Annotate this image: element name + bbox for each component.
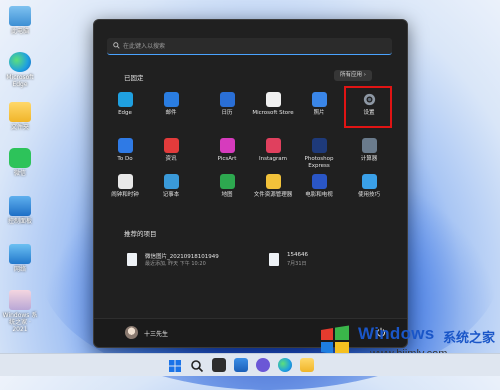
movies-icon [311, 174, 327, 189]
widgets-button[interactable] [234, 358, 248, 372]
image-file-icon [127, 253, 137, 266]
pinned-app-edge[interactable]: Edge [104, 92, 146, 117]
folder-icon [9, 102, 31, 122]
network-icon [9, 244, 31, 264]
recommended-item[interactable]: 154646 7月31日 [269, 251, 389, 271]
edge-icon [117, 92, 133, 107]
recommended-heading: 推荐的项目 [124, 230, 157, 238]
avatar[interactable] [125, 326, 138, 339]
watermark-cn: 系统之家 [443, 331, 496, 346]
document-file-icon [269, 253, 279, 266]
search-button[interactable] [190, 358, 204, 373]
pinned-app-picsart[interactable]: PicsArt [206, 138, 248, 163]
pinned-app-store[interactable]: Microsoft Store [252, 92, 294, 117]
edge-button[interactable] [278, 358, 292, 372]
news-icon [163, 138, 179, 153]
desktop-icon-this-pc[interactable]: 此电脑 [2, 6, 38, 35]
pinned-app-news[interactable]: 资讯 [150, 138, 192, 163]
pinned-app-mail[interactable]: 邮件 [150, 92, 192, 117]
edge-icon [9, 52, 31, 72]
pinned-app-movies[interactable]: 电影和电视 [298, 174, 340, 199]
all-apps-button[interactable]: 所有应用 › [334, 70, 372, 81]
search-icon [113, 42, 120, 49]
pinned-app-photos[interactable]: 照片 [298, 92, 340, 117]
calendar-icon [219, 92, 235, 107]
search-icon [191, 360, 204, 373]
start-menu: 已固定 所有应用 › Edge邮件日历Microsoft Store照片设置To… [93, 19, 408, 348]
maps-icon [219, 174, 235, 189]
desktop-icon-folder[interactable]: 文件夹 [2, 102, 38, 131]
start-search-box[interactable] [107, 38, 392, 55]
file-explorer-icon [265, 174, 281, 189]
pinned-app-calculator[interactable]: 计算器 [348, 138, 390, 163]
pinned-app-file-explorer[interactable]: 文件资源管理器 [252, 174, 294, 199]
desktop-icon-monitor[interactable]: 控制面板 [2, 196, 38, 225]
desktop-icon-edge[interactable]: Microsoft Edge [2, 52, 38, 88]
start-button[interactable] [168, 358, 182, 372]
image-file-icon [9, 290, 31, 310]
windows-logo-icon [169, 360, 181, 372]
photos-icon [311, 92, 327, 107]
store-icon [265, 92, 281, 107]
wechat-icon [9, 148, 31, 168]
desktop-icon-network[interactable]: 网络 [2, 244, 38, 273]
watermark-brand: Windows [358, 324, 435, 343]
search-input[interactable] [123, 38, 383, 54]
todo-icon [117, 138, 133, 153]
pinned-app-notepad[interactable]: 记事本 [150, 174, 192, 199]
pinned-heading: 已固定 [124, 74, 144, 82]
pinned-app-calendar[interactable]: 日历 [206, 92, 248, 117]
recommended-item[interactable]: 微信图片_20210918101949 最近添加, 昨天 下午 10:20 [127, 251, 247, 271]
photoshop-icon [311, 138, 327, 153]
pinned-app-instagram[interactable]: Instagram [252, 138, 294, 163]
mail-icon [163, 92, 179, 107]
taskbar [0, 353, 500, 376]
file-explorer-button[interactable] [300, 358, 314, 372]
desktop-icon-image[interactable]: Windows 系统之家 · 2021 [2, 290, 38, 333]
pinned-app-photoshop[interactable]: Photoshop Express [298, 138, 340, 169]
desktop-icon-wechat[interactable]: 微信 [2, 148, 38, 177]
pinned-app-clock[interactable]: 闹钟和时钟 [104, 174, 146, 199]
notepad-icon [163, 174, 179, 189]
task-view-button[interactable] [212, 358, 226, 372]
settings-highlight-box [344, 86, 392, 128]
pinned-app-tips[interactable]: 使用技巧 [348, 174, 390, 199]
clock-icon [117, 174, 133, 189]
picsart-icon [219, 138, 235, 153]
chat-button[interactable] [256, 358, 270, 372]
pinned-app-todo[interactable]: To Do [104, 138, 146, 163]
computer-icon [9, 6, 31, 26]
pinned-app-maps[interactable]: 地图 [206, 174, 248, 199]
monitor-icon [9, 196, 31, 216]
instagram-icon [265, 138, 281, 153]
tips-icon [361, 174, 377, 189]
calculator-icon [361, 138, 377, 153]
user-name[interactable]: 十三先生 [144, 329, 168, 338]
